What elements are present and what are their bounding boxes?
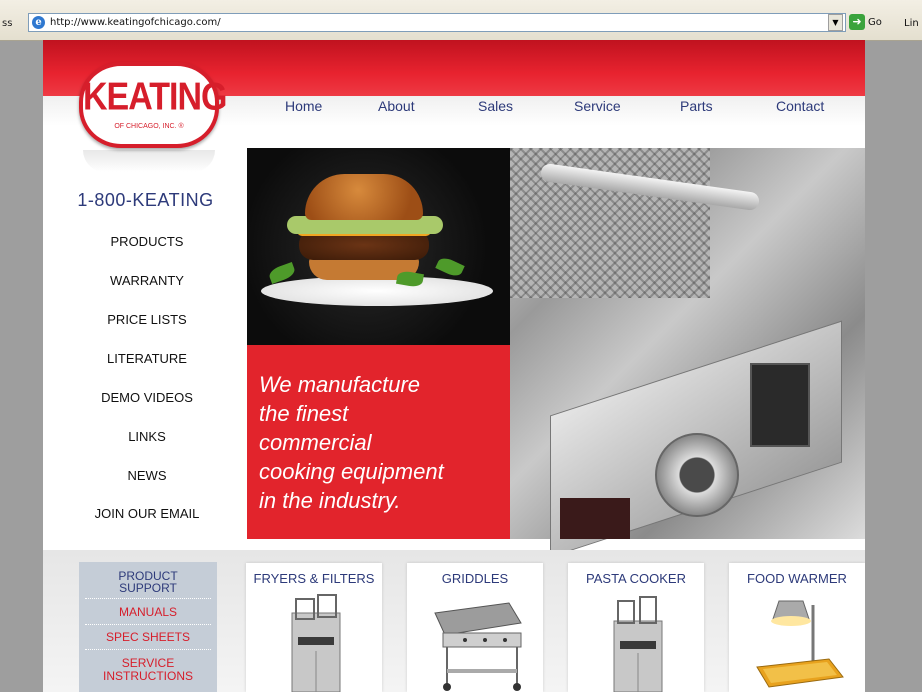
tagline-line: in the industry. <box>259 488 401 513</box>
support-link-spec-sheets[interactable]: SPEC SHEETS <box>79 631 217 643</box>
nav-home[interactable]: Home <box>285 98 322 114</box>
address-dropdown-button[interactable]: ▼ <box>828 14 843 31</box>
main-nav: Home About Sales Service Parts Contact <box>268 98 848 120</box>
nav-sales[interactable]: Sales <box>478 98 513 114</box>
browser-toolbar: ss e http://www.keatingofchicago.com/ ▼ … <box>0 0 922 41</box>
support-heading-line: SUPPORT <box>119 581 177 595</box>
bun-top-shape <box>305 174 423 220</box>
fryer-basket-shape <box>510 148 710 298</box>
food-warmer-product-image <box>756 600 844 688</box>
sidebar-link-demo-videos[interactable]: DEMO VIDEOS <box>43 390 251 405</box>
go-button[interactable]: ➜ Go <box>849 13 882 33</box>
product-support-box: PRODUCT SUPPORT MANUALS SPEC SHEETS SERV… <box>79 562 217 692</box>
web-page: KEATING OF CHICAGO, INC. ® Home About Sa… <box>43 40 865 692</box>
links-toolbar-label[interactable]: Lin <box>904 18 919 29</box>
sidebar-link-price-lists[interactable]: PRICE LISTS <box>43 312 251 327</box>
page-icon: e <box>32 16 45 29</box>
support-divider <box>85 649 211 650</box>
product-title: FRYERS & FILTERS <box>253 571 375 586</box>
fryer-dial-shape <box>655 433 739 517</box>
pasta-cooker-product-image <box>613 596 663 692</box>
sidebar-link-products[interactable]: PRODUCTS <box>43 234 251 249</box>
product-card-pasta-cooker[interactable]: PASTA COOKER <box>568 563 704 692</box>
keating-logo[interactable]: KEATING OF CHICAGO, INC. ® <box>79 62 227 148</box>
sidebar-link-warranty[interactable]: WARRANTY <box>43 273 251 288</box>
product-card-fryers[interactable]: FRYERS & FILTERS <box>246 563 382 692</box>
phone-number: 1-800-KEATING <box>77 190 214 210</box>
plate-shape <box>261 276 493 306</box>
logo-wordmark: KEATING <box>83 75 227 119</box>
fryer-lower-display-shape <box>560 498 630 539</box>
address-label: ss <box>2 18 13 29</box>
sidebar-link-join-email[interactable]: JOIN OUR EMAIL <box>43 506 251 521</box>
product-title: PASTA COOKER <box>586 571 686 586</box>
support-service-line: SERVICE <box>121 656 175 670</box>
hero-banner: We manufacture the finest commercial coo… <box>247 148 865 558</box>
support-divider <box>85 598 211 599</box>
nav-service[interactable]: Service <box>574 98 621 114</box>
hero-tagline: We manufacture the finest commercial coo… <box>259 370 509 515</box>
nav-parts[interactable]: Parts <box>680 98 713 114</box>
address-url[interactable]: http://www.keatingofchicago.com/ <box>50 17 221 28</box>
go-label: Go <box>868 17 882 28</box>
product-title: GRIDDLES <box>441 571 509 586</box>
leaf-shape <box>435 255 465 279</box>
tagline-line: We manufacture <box>259 372 421 397</box>
fryer-product-image <box>291 594 341 692</box>
fryer-display-shape <box>750 363 810 447</box>
burger-photo <box>247 148 510 345</box>
nav-about[interactable]: About <box>378 98 415 114</box>
fryer-photo <box>510 148 865 558</box>
support-service-line: INSTRUCTIONS <box>103 669 193 683</box>
tagline-line: the finest <box>259 401 349 426</box>
product-card-food-warmer[interactable]: FOOD WARMER <box>729 563 865 692</box>
griddle-product-image <box>434 602 522 691</box>
product-title: FOOD WARMER <box>747 571 847 586</box>
go-arrow-icon: ➜ <box>849 14 865 30</box>
tagline-line: cooking equipment <box>259 459 444 484</box>
logo-reflection <box>83 150 215 172</box>
sidebar-link-links[interactable]: LINKS <box>43 429 251 444</box>
sidebar-link-literature[interactable]: LITERATURE <box>43 351 251 366</box>
sidebar-link-news[interactable]: NEWS <box>43 468 251 483</box>
support-divider <box>85 624 211 625</box>
address-bar[interactable]: e http://www.keatingofchicago.com/ <box>28 13 846 32</box>
logo-subtitle: OF CHICAGO, INC. ® <box>114 123 184 130</box>
support-link-manuals[interactable]: MANUALS <box>79 606 217 618</box>
tagline-line: commercial <box>259 430 372 455</box>
nav-contact[interactable]: Contact <box>776 98 824 114</box>
product-card-griddles[interactable]: GRIDDLES <box>407 563 543 692</box>
